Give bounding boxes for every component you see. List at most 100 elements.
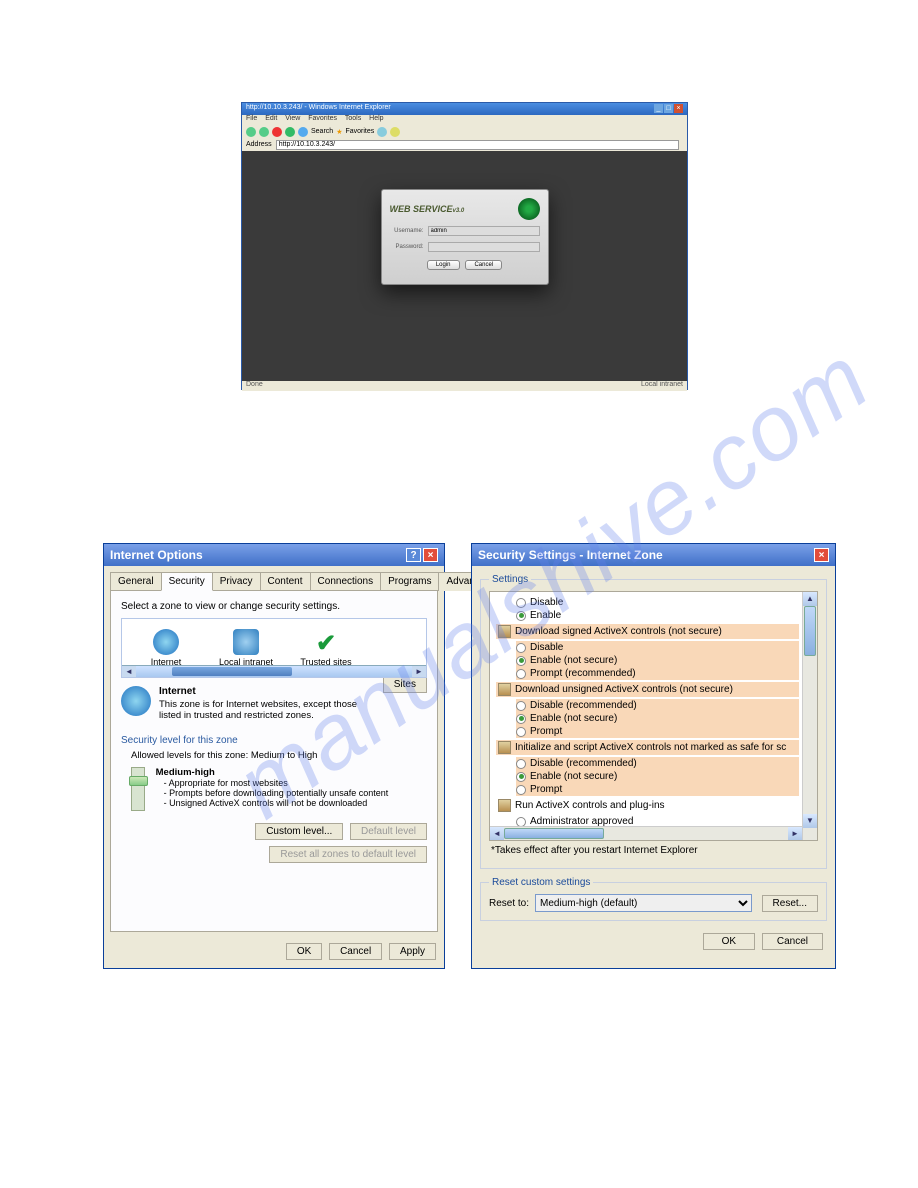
vertical-scrollbar[interactable]: ▲ ▼: [802, 592, 817, 840]
tab-security[interactable]: Security: [161, 572, 213, 591]
setting-option[interactable]: Enable (not secure): [516, 654, 799, 667]
login-cancel-button[interactable]: Cancel: [465, 260, 502, 270]
default-level-button[interactable]: Default level: [350, 823, 427, 840]
setting-option[interactable]: Prompt: [516, 725, 799, 738]
stop-icon[interactable]: [272, 127, 282, 137]
scroll-thumb[interactable]: [804, 606, 816, 656]
scroll-up-icon[interactable]: ▲: [803, 592, 817, 606]
browser-menubar[interactable]: File Edit View Favorites Tools Help: [242, 115, 687, 125]
home-icon[interactable]: [298, 127, 308, 137]
zone-selector[interactable]: Internet Local intranet Trusted sites ◄ …: [121, 618, 427, 678]
scroll-thumb[interactable]: [172, 667, 292, 676]
menu-favorites[interactable]: Favorites: [308, 115, 337, 122]
mail-icon[interactable]: [390, 127, 400, 137]
radio-icon[interactable]: [516, 727, 526, 737]
radio-icon[interactable]: [516, 656, 526, 666]
setting-option[interactable]: Disable (recommended): [516, 699, 799, 712]
slider-thumb[interactable]: [129, 776, 148, 786]
radio-icon[interactable]: [516, 772, 526, 782]
setting-option[interactable]: Disable: [516, 641, 799, 654]
maximize-button[interactable]: □: [664, 104, 673, 113]
password-label: Password:: [390, 244, 424, 250]
history-icon[interactable]: [377, 127, 387, 137]
help-button[interactable]: ?: [406, 548, 421, 562]
radio-icon[interactable]: [516, 643, 526, 653]
reset-all-zones-button[interactable]: Reset all zones to default level: [269, 846, 427, 863]
scroll-right-icon[interactable]: ►: [788, 827, 802, 840]
password-input[interactable]: [428, 242, 540, 252]
menu-view[interactable]: View: [285, 115, 300, 122]
close-button[interactable]: ×: [814, 548, 829, 562]
address-input[interactable]: [276, 140, 679, 150]
menu-file[interactable]: File: [246, 115, 257, 122]
ok-button[interactable]: OK: [286, 943, 322, 960]
favorites-button[interactable]: Favorites: [345, 128, 374, 135]
forward-icon[interactable]: [259, 127, 269, 137]
sites-button[interactable]: Sites: [383, 676, 427, 693]
setting-label: Initialize and script ActiveX controls n…: [515, 742, 786, 753]
checkmark-icon: [313, 629, 339, 655]
menu-tools[interactable]: Tools: [345, 115, 361, 122]
custom-level-button[interactable]: Custom level...: [255, 823, 343, 840]
window-buttons: _ □ ×: [654, 104, 683, 114]
zone-trusted-sites[interactable]: Trusted sites: [286, 629, 366, 667]
setting-option[interactable]: Prompt (recommended): [516, 667, 799, 680]
radio-icon[interactable]: [516, 611, 526, 621]
settings-listbox[interactable]: DisableEnableDownload signed ActiveX con…: [489, 591, 818, 841]
back-icon[interactable]: [246, 127, 256, 137]
scroll-thumb[interactable]: [504, 828, 604, 839]
dialog-titlebar: Security Settings - Internet Zone ×: [472, 544, 835, 566]
ok-button[interactable]: OK: [703, 933, 755, 950]
tab-programs[interactable]: Programs: [380, 572, 439, 591]
cancel-button[interactable]: Cancel: [329, 943, 382, 960]
scroll-left-icon[interactable]: ◄: [490, 827, 504, 840]
search-button[interactable]: Search: [311, 128, 333, 135]
tab-content[interactable]: Content: [260, 572, 311, 591]
refresh-icon[interactable]: [285, 127, 295, 137]
level-name: Medium-high: [156, 767, 416, 778]
radio-icon[interactable]: [516, 785, 526, 795]
zone-internet[interactable]: Internet: [126, 629, 206, 667]
cancel-button[interactable]: Cancel: [762, 933, 823, 950]
activex-icon: [498, 625, 511, 638]
zone-local-intranet[interactable]: Local intranet: [206, 629, 286, 667]
menu-edit[interactable]: Edit: [265, 115, 277, 122]
zone-name: Internet: [159, 686, 379, 697]
tab-privacy[interactable]: Privacy: [212, 572, 261, 591]
radio-icon[interactable]: [516, 759, 526, 769]
setting-option[interactable]: Enable: [516, 609, 799, 622]
username-input[interactable]: [428, 226, 540, 236]
login-title: WEB SERVICEv3.0: [390, 198, 540, 220]
minimize-button[interactable]: _: [654, 104, 663, 113]
radio-icon[interactable]: [516, 714, 526, 724]
scroll-down-icon[interactable]: ▼: [803, 814, 817, 828]
scroll-left-icon[interactable]: ◄: [122, 666, 136, 677]
security-level-section: Security level for this zone Allowed lev…: [121, 735, 427, 863]
radio-icon[interactable]: [516, 669, 526, 679]
reset-to-select[interactable]: Medium-high (default): [535, 894, 752, 912]
radio-icon[interactable]: [516, 598, 526, 608]
radio-icon[interactable]: [516, 701, 526, 711]
dialog-title: Security Settings - Internet Zone: [478, 548, 663, 562]
setting-option[interactable]: Prompt: [516, 783, 799, 796]
security-slider[interactable]: [131, 767, 145, 811]
setting-option[interactable]: Disable (recommended): [516, 757, 799, 770]
setting-option[interactable]: Enable (not secure): [516, 770, 799, 783]
zone-scrollbar[interactable]: ◄ ►: [122, 665, 426, 677]
close-button[interactable]: ×: [674, 104, 683, 113]
tab-connections[interactable]: Connections: [310, 572, 382, 591]
menu-help[interactable]: Help: [369, 115, 383, 122]
close-button[interactable]: ×: [423, 548, 438, 562]
dialog-tabs: General Security Privacy Content Connect…: [104, 566, 444, 591]
scroll-right-icon[interactable]: ►: [412, 666, 426, 677]
setting-option[interactable]: Disable: [516, 596, 799, 609]
apply-button[interactable]: Apply: [389, 943, 436, 960]
zone-description-text: This zone is for Internet websites, exce…: [159, 699, 357, 721]
reset-button[interactable]: Reset...: [762, 895, 818, 912]
radio-icon[interactable]: [516, 817, 526, 827]
setting-option[interactable]: Enable (not secure): [516, 712, 799, 725]
option-label: Prompt: [530, 726, 562, 737]
horizontal-scrollbar[interactable]: ◄ ►: [490, 826, 802, 840]
tab-general[interactable]: General: [110, 572, 162, 591]
login-button[interactable]: Login: [427, 260, 460, 270]
